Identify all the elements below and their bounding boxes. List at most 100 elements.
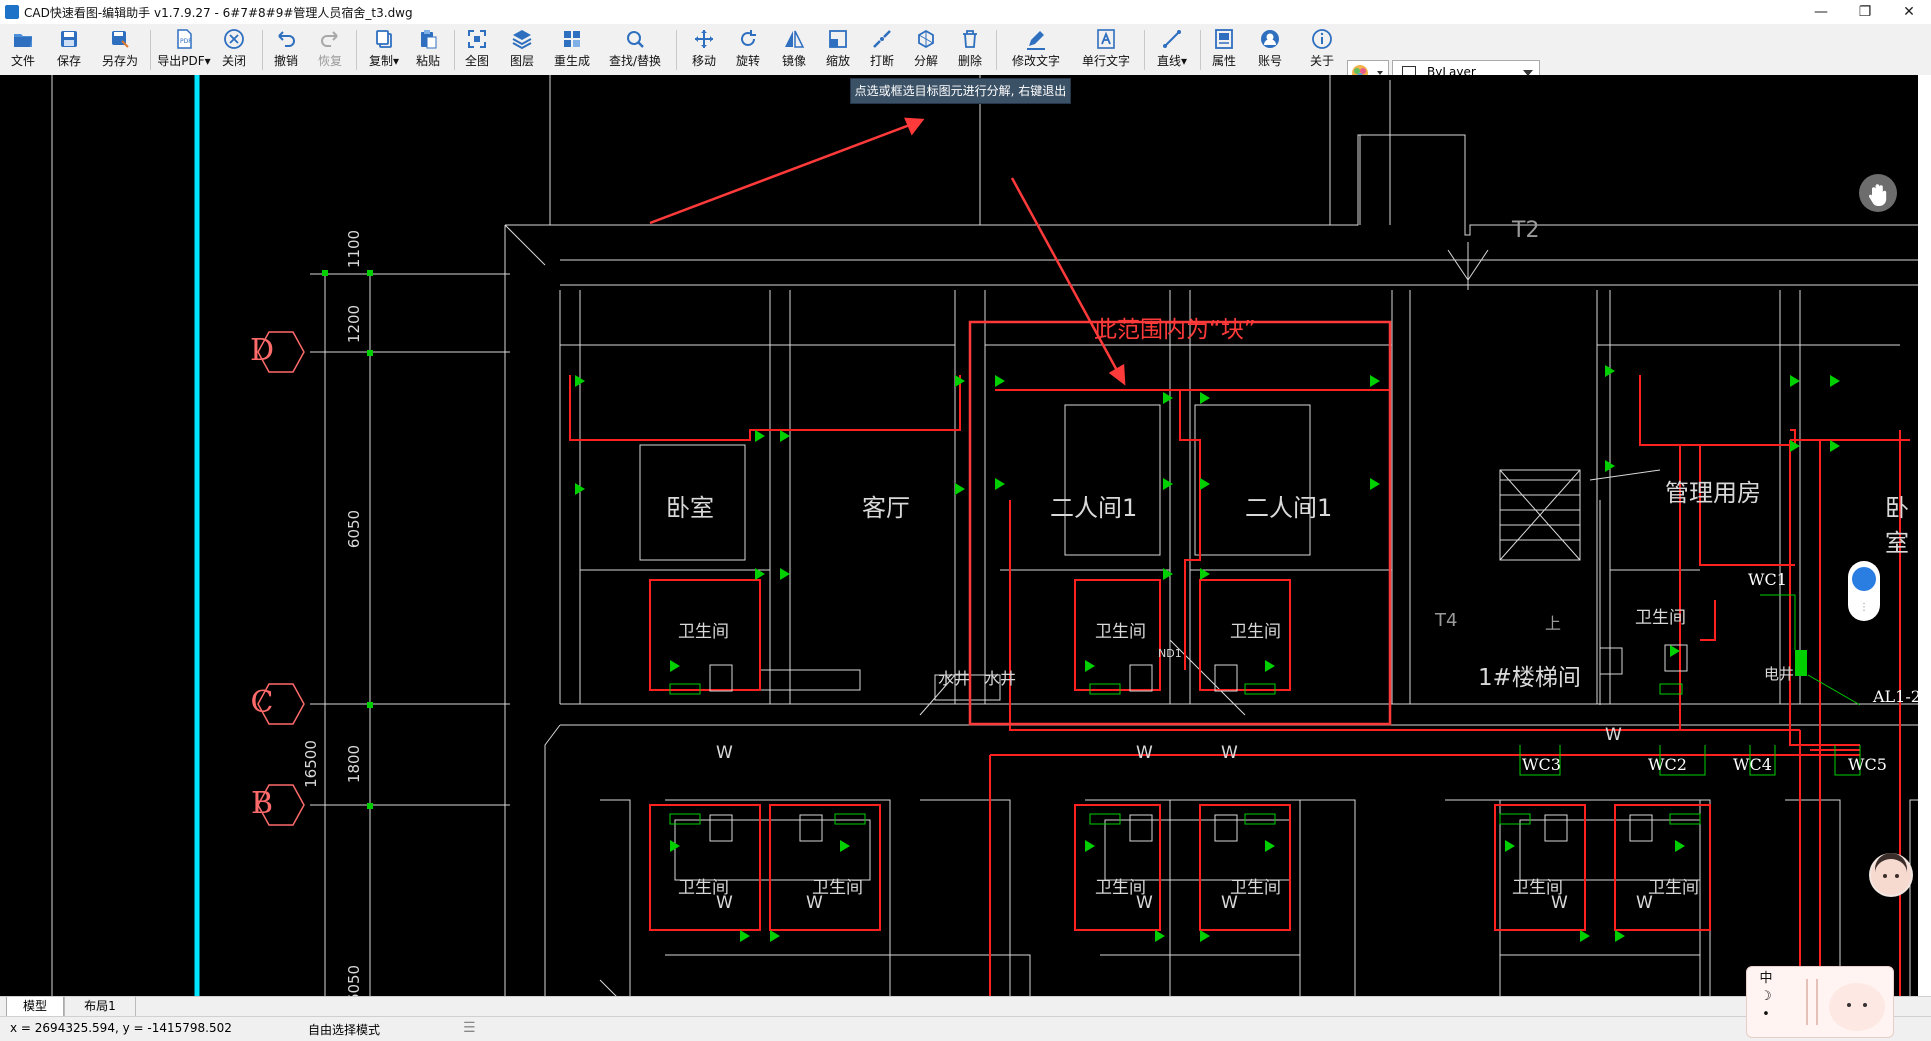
- axis-label-d: D: [249, 333, 275, 368]
- pencil-icon: [1027, 31, 1045, 50]
- circuit-label-wc2: WC2: [1648, 755, 1687, 774]
- hand-icon: [1869, 184, 1887, 206]
- close-window-button[interactable]: ✕: [1887, 0, 1931, 24]
- room-label-management: 管理用房: [1665, 479, 1761, 507]
- fixture-w-label: W: [716, 743, 733, 763]
- scale-label: 缩放: [825, 54, 850, 68]
- bath-label: 卫生间: [678, 622, 729, 642]
- dimension-6050: 6050: [345, 509, 364, 549]
- layers-icon: [512, 30, 532, 50]
- save-icon: [61, 31, 77, 47]
- export-pdf-button[interactable]: PDF 导出PDF▾: [156, 26, 212, 73]
- break-icon: [873, 30, 891, 48]
- undo-button[interactable]: 撤销: [268, 26, 304, 73]
- find-replace-label: 查找/替换: [608, 54, 662, 68]
- zoom-all-button[interactable]: 全图: [460, 26, 494, 73]
- rotate-icon: [741, 30, 756, 46]
- break-label: 打断: [869, 54, 894, 68]
- fixture-w-label: W: [716, 893, 733, 913]
- rotate-button[interactable]: 旋转: [730, 26, 766, 73]
- grid-label-t4: T4: [1435, 610, 1458, 631]
- save-as-label: 另存为: [101, 54, 138, 68]
- scale-button[interactable]: 缩放: [820, 26, 856, 73]
- edit-text-button[interactable]: 修改文字: [1006, 26, 1066, 73]
- room-label-double-2: 二人间1: [1245, 494, 1333, 522]
- account-label: 账号: [1257, 54, 1282, 68]
- assistant-bubble-icon[interactable]: [1852, 567, 1876, 591]
- move-button[interactable]: 移动: [686, 26, 722, 73]
- ime-status-column[interactable]: 中 ☽ •: [1758, 970, 1774, 1024]
- toolbar-separator: [150, 30, 151, 70]
- explode-label: 分解: [913, 54, 938, 68]
- status-bar: x = 2694325.594, y = -1415798.502 自由选择模式…: [0, 1016, 1931, 1041]
- copy-button[interactable]: 复制▾: [362, 26, 406, 73]
- find-replace-button[interactable]: 查找/替换: [604, 26, 666, 73]
- user-icon: [1261, 30, 1279, 48]
- explode-button[interactable]: 分解: [908, 26, 944, 73]
- redo-button[interactable]: 恢复: [312, 26, 348, 73]
- fixture-w-label: W: [1136, 893, 1153, 913]
- copy-icon: [376, 30, 392, 48]
- bath-label: 卫生间: [1635, 608, 1686, 628]
- fixture-w-label: W: [1551, 893, 1568, 913]
- save-as-button[interactable]: 另存为: [98, 26, 142, 73]
- about-label: 关于: [1309, 54, 1334, 68]
- side-floating-toolbar[interactable]: ⋮: [1848, 561, 1880, 621]
- tab-model[interactable]: 模型: [6, 997, 64, 1017]
- properties-label: 属性: [1211, 54, 1236, 68]
- search-icon: [627, 31, 644, 48]
- file-button[interactable]: 文件: [4, 26, 42, 73]
- moon-icon[interactable]: ☽: [1760, 989, 1772, 1004]
- edit-text-label: 修改文字: [1011, 54, 1060, 68]
- account-button[interactable]: 账号: [1252, 26, 1288, 73]
- menu-lines-icon[interactable]: ☰: [463, 1020, 476, 1036]
- room-label-living: 客厅: [862, 494, 910, 522]
- minimize-button[interactable]: —: [1799, 0, 1843, 24]
- tab-layout1[interactable]: 布局1: [64, 997, 136, 1017]
- command-tooltip: 点选或框选目标图元进行分解, 右键退出: [850, 78, 1071, 104]
- save-button[interactable]: 保存: [50, 26, 88, 73]
- scale-icon: [829, 30, 847, 48]
- file-label: 文件: [10, 54, 35, 68]
- drag-dots-icon[interactable]: ⋮: [1859, 603, 1869, 613]
- break-button[interactable]: 打断: [864, 26, 900, 73]
- axis-label-c: C: [250, 685, 274, 720]
- move-arrows-icon: [695, 30, 713, 48]
- delete-button[interactable]: 删除: [952, 26, 988, 73]
- regen-icon: [564, 31, 580, 47]
- delete-label: 删除: [957, 54, 982, 68]
- pan-hand-button[interactable]: [1859, 174, 1897, 212]
- text-a-icon: [1097, 29, 1115, 49]
- undo-icon: [278, 31, 295, 47]
- mirror-icon: [785, 30, 805, 48]
- dimension-1200: 1200: [345, 304, 364, 344]
- paste-button[interactable]: 粘贴: [410, 26, 446, 73]
- regen-button[interactable]: 重生成: [550, 26, 594, 73]
- close-file-button[interactable]: 关闭: [216, 26, 252, 73]
- single-line-text-button[interactable]: 单行文字: [1076, 26, 1136, 73]
- panel-label-al: AL1-2: [1873, 687, 1921, 706]
- restore-button[interactable]: ❐: [1843, 0, 1887, 24]
- line-button[interactable]: 直线▾: [1150, 26, 1194, 73]
- circuit-label-wc3: WC3: [1522, 755, 1561, 774]
- fixture-w-label: W: [1221, 743, 1238, 763]
- pdf-icon: PDF: [177, 29, 192, 49]
- paste-label: 粘贴: [415, 54, 440, 68]
- properties-button[interactable]: 属性: [1206, 26, 1242, 73]
- about-button[interactable]: 关于: [1304, 26, 1340, 73]
- single-line-text-label: 单行文字: [1081, 54, 1130, 68]
- nd1-label: ND1: [1158, 647, 1182, 660]
- assistant-avatar-icon[interactable]: [1869, 853, 1913, 897]
- line-tool-icon: [1163, 30, 1181, 48]
- avatar-face-icon: [1871, 853, 1911, 895]
- fixture-w-label: W: [1221, 893, 1238, 913]
- explode-icon: [918, 29, 934, 49]
- water-well-label: 水井: [984, 669, 1017, 688]
- punctuation-icon[interactable]: •: [1762, 1007, 1770, 1022]
- layers-button[interactable]: 图层: [504, 26, 540, 73]
- mirror-button[interactable]: 镜像: [776, 26, 812, 73]
- mirror-label: 镜像: [781, 54, 806, 68]
- vertical-scrollbar[interactable]: [1918, 75, 1931, 996]
- ime-language[interactable]: 中: [1759, 971, 1772, 986]
- drawing-canvas[interactable]: D C B 1100 1200 6050 16500 1800 6050 卧室 …: [0, 75, 1931, 996]
